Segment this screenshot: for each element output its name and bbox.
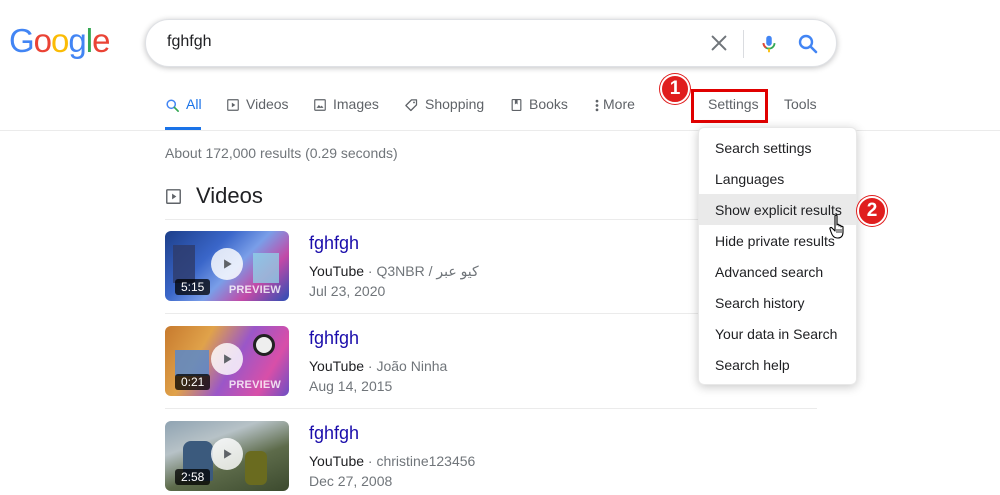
step-badge-1: 1: [660, 74, 690, 104]
video-channel: Q3NBR / كيو عبر: [376, 263, 479, 279]
play-icon: [211, 438, 243, 470]
play-icon: [211, 343, 243, 375]
settings-highlight-box: [691, 89, 768, 123]
tab-label: All: [186, 96, 202, 112]
menu-item-advanced-search[interactable]: Advanced search: [699, 256, 856, 287]
video-source: YouTube · christine123456: [309, 453, 476, 469]
tab-shopping[interactable]: Shopping: [404, 96, 484, 130]
video-title-link[interactable]: fghfgh: [309, 233, 359, 254]
tab-label: More: [603, 96, 635, 112]
video-platform: YouTube: [309, 263, 365, 279]
video-title-link[interactable]: fghfgh: [309, 423, 359, 444]
preview-label: PREVIEW: [228, 284, 281, 296]
more-vert-icon: [595, 99, 599, 112]
menu-item-search-settings[interactable]: Search settings: [699, 132, 856, 163]
video-date: Aug 14, 2015: [309, 378, 393, 394]
tab-label: Images: [333, 96, 379, 112]
hand-cursor-icon: [829, 214, 844, 239]
video-date: Dec 27, 2008: [309, 473, 393, 489]
menu-item-your-data-in-search[interactable]: Your data in Search: [699, 318, 856, 349]
microphone-icon[interactable]: [758, 32, 780, 56]
play-icon: [211, 248, 243, 280]
tab-label: Tools: [784, 96, 817, 112]
search-icon[interactable]: [796, 32, 820, 56]
step-badge-2: 2: [857, 196, 887, 226]
video-channel: christine123456: [376, 453, 476, 469]
menu-item-search-history[interactable]: Search history: [699, 287, 856, 318]
preview-label: PREVIEW: [228, 379, 281, 391]
tag-icon: [405, 99, 418, 112]
tab-tools[interactable]: Tools: [784, 96, 817, 130]
menu-item-search-help[interactable]: Search help: [699, 349, 856, 380]
settings-menu: Search settings Languages Show explicit …: [698, 127, 857, 385]
video-duration: 5:15: [175, 279, 211, 295]
video-platform: YouTube: [309, 453, 365, 469]
video-channel: João Ninha: [376, 358, 448, 374]
video-source: YouTube · João Ninha: [309, 358, 448, 374]
video-duration: 2:58: [175, 469, 211, 485]
image-icon: [314, 99, 326, 111]
tab-books[interactable]: Books: [510, 96, 568, 130]
search-divider: [743, 30, 744, 58]
tab-all[interactable]: All: [165, 96, 202, 130]
video-platform: YouTube: [309, 358, 365, 374]
tab-images[interactable]: Images: [313, 96, 379, 130]
search-icon: [166, 99, 179, 112]
clear-icon[interactable]: [708, 32, 730, 54]
result-divider: [165, 408, 817, 409]
tab-more[interactable]: More: [594, 96, 635, 130]
search-input[interactable]: fghfgh: [167, 33, 211, 51]
tab-videos[interactable]: Videos: [226, 96, 289, 130]
video-duration: 0:21: [175, 374, 211, 390]
videos-section-title: Videos: [196, 183, 263, 208]
video-source: YouTube · Q3NBR / كيو عبر: [309, 263, 479, 279]
result-stats: About 172,000 results (0.29 seconds): [165, 145, 398, 161]
video-date: Jul 23, 2020: [309, 283, 386, 299]
tab-label: Shopping: [425, 96, 485, 112]
video-icon: [166, 188, 181, 204]
search-box[interactable]: fghfgh: [145, 19, 837, 67]
videos-section-header: Videos: [165, 183, 263, 209]
video-icon: [227, 99, 239, 111]
video-thumbnail[interactable]: 2:58: [165, 421, 289, 491]
tab-label: Videos: [246, 96, 289, 112]
google-logo[interactable]: Google: [9, 24, 110, 58]
tab-label: Books: [529, 96, 568, 112]
video-title-link[interactable]: fghfgh: [309, 328, 359, 349]
book-icon: [511, 98, 522, 112]
video-result[interactable]: 2:58 fghfgh YouTube · christine123456 De…: [165, 421, 817, 493]
menu-item-languages[interactable]: Languages: [699, 163, 856, 194]
video-thumbnail[interactable]: 0:21 PREVIEW: [165, 326, 289, 396]
video-thumbnail[interactable]: 5:15 PREVIEW: [165, 231, 289, 301]
